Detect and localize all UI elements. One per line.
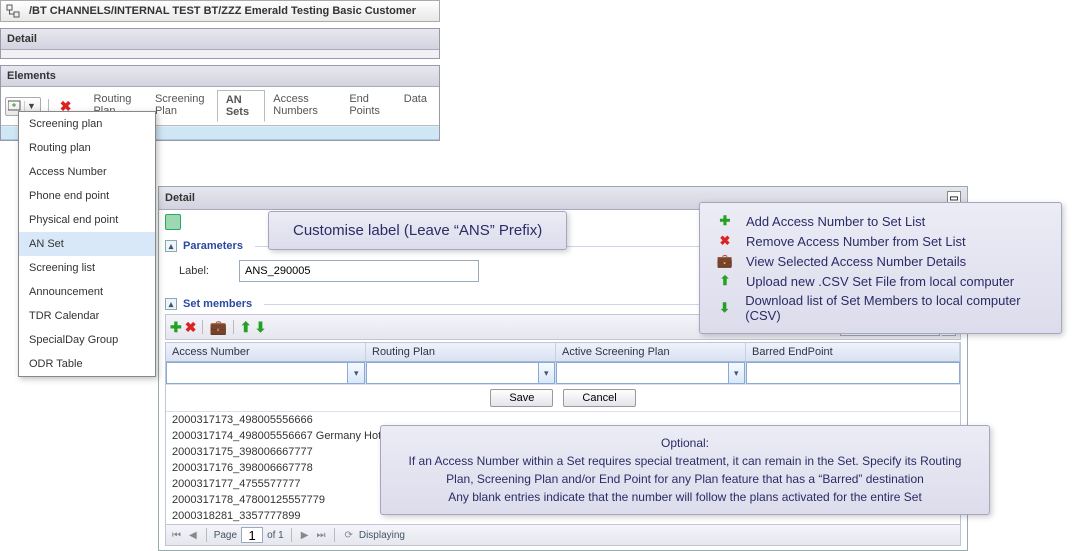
col-active-screening-plan[interactable]: Active Screening Plan bbox=[556, 343, 746, 361]
new-element-menu: Screening planRouting planAccess NumberP… bbox=[18, 111, 156, 377]
col-access-number[interactable]: Access Number bbox=[166, 343, 366, 361]
label-caption: Label: bbox=[179, 265, 229, 277]
label-input[interactable] bbox=[239, 260, 479, 282]
editor-barred-endpoint[interactable] bbox=[746, 362, 960, 384]
remove-member-button[interactable]: ✖ bbox=[185, 319, 197, 336]
tab-an-sets[interactable]: AN Sets bbox=[217, 90, 265, 122]
breadcrumb-bar: /BT CHANNELS/INTERNAL TEST BT/ZZZ Emeral… bbox=[0, 0, 440, 22]
menu-item[interactable]: ODR Table bbox=[19, 352, 155, 376]
pager-refresh-button[interactable]: ⟳ bbox=[342, 530, 354, 541]
col-routing-plan[interactable]: Routing Plan bbox=[366, 343, 556, 361]
editor-screening-plan[interactable] bbox=[556, 362, 729, 384]
pager-status: Displaying bbox=[359, 530, 405, 541]
parameters-title: Parameters bbox=[183, 240, 243, 252]
breadcrumb-path: /BT CHANNELS/INTERNAL TEST BT/ZZZ Emeral… bbox=[25, 5, 416, 17]
pager-next-button[interactable]: ▶ bbox=[299, 530, 311, 541]
set-members-title: Set members bbox=[183, 298, 252, 310]
menu-item[interactable]: Routing plan bbox=[19, 136, 155, 160]
callout-toolbar-help: ✚Add Access Number to Set List ✖Remove A… bbox=[699, 202, 1062, 334]
menu-item[interactable]: Physical end point bbox=[19, 208, 155, 232]
menu-item[interactable]: Phone end point bbox=[19, 184, 155, 208]
hierarchy-icon bbox=[5, 3, 21, 19]
pager: ⏮ ◀ Page of 1 ▶ ⏭ ⟳ Displaying bbox=[166, 524, 960, 545]
pager-first-button[interactable]: ⏮ bbox=[170, 530, 183, 541]
menu-item[interactable]: AN Set bbox=[19, 232, 155, 256]
menu-item[interactable]: Announcement bbox=[19, 280, 155, 304]
callout-optional-info: Optional: If an Access Number within a S… bbox=[380, 425, 990, 515]
pager-page-label: Page bbox=[214, 530, 237, 541]
pager-prev-button[interactable]: ◀ bbox=[187, 530, 199, 541]
detail-panel: Detail bbox=[0, 28, 440, 59]
menu-item[interactable]: TDR Calendar bbox=[19, 304, 155, 328]
entity-icon bbox=[165, 214, 181, 230]
view-details-button[interactable]: 💼 bbox=[209, 319, 226, 336]
cancel-button[interactable]: Cancel bbox=[563, 389, 635, 407]
editor-access-number[interactable] bbox=[166, 362, 348, 384]
save-button[interactable]: Save bbox=[490, 389, 553, 407]
collapse-toggle-icon: ▴ bbox=[165, 298, 177, 310]
tab-data[interactable]: Data bbox=[396, 90, 435, 122]
editor-routing-plan[interactable] bbox=[366, 362, 539, 384]
pager-page-input[interactable] bbox=[241, 527, 263, 543]
download-csv-button[interactable]: ⬇ bbox=[255, 319, 267, 336]
tab-access-numbers[interactable]: Access Numbers bbox=[265, 90, 341, 122]
menu-item[interactable]: Access Number bbox=[19, 160, 155, 184]
col-barred-endpoint[interactable]: Barred EndPoint bbox=[746, 343, 960, 361]
chevron-down-icon[interactable]: ▾ bbox=[539, 362, 555, 384]
pager-of-label: of 1 bbox=[267, 530, 284, 541]
menu-item[interactable]: SpecialDay Group bbox=[19, 328, 155, 352]
menu-item[interactable]: Screening plan bbox=[19, 112, 155, 136]
callout-customise-label: Customise label (Leave “ANS” Prefix) bbox=[268, 211, 567, 250]
elements-panel-title: Elements bbox=[1, 66, 439, 87]
tab-screening-plan[interactable]: Screening Plan bbox=[147, 90, 217, 122]
lower-detail-title: Detail bbox=[165, 192, 195, 204]
chevron-down-icon: ▼ bbox=[24, 101, 38, 111]
pager-last-button[interactable]: ⏭ bbox=[314, 530, 327, 541]
chevron-down-icon[interactable]: ▾ bbox=[348, 362, 365, 384]
collapse-toggle-icon: ▴ bbox=[165, 240, 177, 252]
add-member-button[interactable]: ✚ bbox=[170, 319, 182, 336]
tab-end-points[interactable]: End Points bbox=[341, 90, 395, 122]
detail-panel-title: Detail bbox=[1, 29, 439, 50]
menu-item[interactable]: Screening list bbox=[19, 256, 155, 280]
upload-csv-button[interactable]: ⬆ bbox=[240, 319, 252, 336]
chevron-down-icon[interactable]: ▾ bbox=[729, 362, 745, 384]
